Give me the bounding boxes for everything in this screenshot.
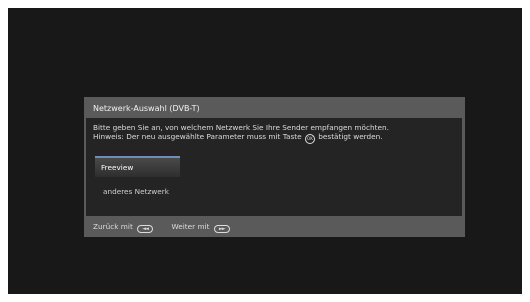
forward-hint[interactable]: Weiter mit ►► [171,222,230,233]
ok-key-icon: OK [304,134,315,144]
hint-text: Hinweis: Der neu ausgewählte Parameter m… [93,132,383,144]
instruction-text: Bitte geben Sie an, von welchem Netzwerk… [93,123,389,132]
back-label: Zurück mit [93,222,133,231]
dialog-title: Netzwerk-Auswahl (DVB-T) [93,104,200,113]
network-option-other[interactable]: anderes Netzwerk [103,187,169,196]
network-selection-dialog: Netzwerk-Auswahl (DVB-T) Bitte geben Sie… [84,97,465,237]
rewind-key-icon: ◄◄ [137,225,154,233]
hint-text-end: bestätigt werden. [318,132,383,141]
hint-text-start: Hinweis: Der neu ausgewählte Parameter m… [93,132,302,141]
option-label: Freeview [101,163,134,172]
forward-label: Weiter mit [171,222,210,231]
fast-forward-key-icon: ►► [213,225,230,233]
network-option-freeview[interactable]: Freeview [95,156,180,177]
dialog-footer: Zurück mit ◄◄ Weiter mit ►► [93,222,246,233]
dialog-body: Bitte geben Sie an, von welchem Netzwerk… [86,118,462,216]
tv-screen: Netzwerk-Auswahl (DVB-T) Bitte geben Sie… [8,8,522,294]
back-hint[interactable]: Zurück mit ◄◄ [93,222,154,233]
